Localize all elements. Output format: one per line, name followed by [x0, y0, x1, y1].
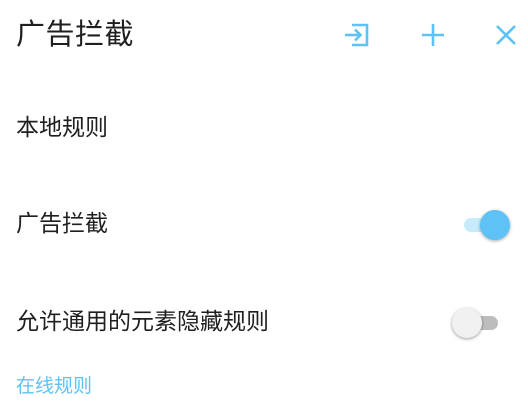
toggle-thumb: [480, 210, 510, 240]
online-rules-link[interactable]: 在线规则: [16, 373, 92, 399]
toggle-thumb: [452, 308, 482, 338]
adblock-panel: 广告拦截 本地规则 广告拦截 允许通用的元素隐藏规则 在线规则: [0, 0, 528, 415]
plus-icon: [422, 24, 444, 46]
element-hiding-toggle[interactable]: [452, 306, 504, 338]
local-rules-section-header: 本地规则: [0, 108, 528, 148]
setting-label-element-hiding: 允许通用的元素隐藏规则: [16, 309, 269, 335]
import-icon: [345, 23, 369, 47]
setting-row-element-hiding[interactable]: 允许通用的元素隐藏规则: [0, 302, 528, 342]
adblock-toggle[interactable]: [458, 208, 510, 240]
import-button[interactable]: [342, 20, 372, 50]
section-title-local-rules: 本地规则: [16, 115, 108, 141]
panel-title: 广告拦截: [16, 17, 135, 51]
setting-label-adblock: 广告拦截: [16, 211, 108, 237]
panel-header: 广告拦截: [0, 0, 528, 72]
close-button[interactable]: [491, 20, 521, 50]
close-icon: [496, 25, 516, 45]
add-rule-button[interactable]: [418, 20, 448, 50]
setting-row-adblock[interactable]: 广告拦截: [0, 204, 528, 244]
